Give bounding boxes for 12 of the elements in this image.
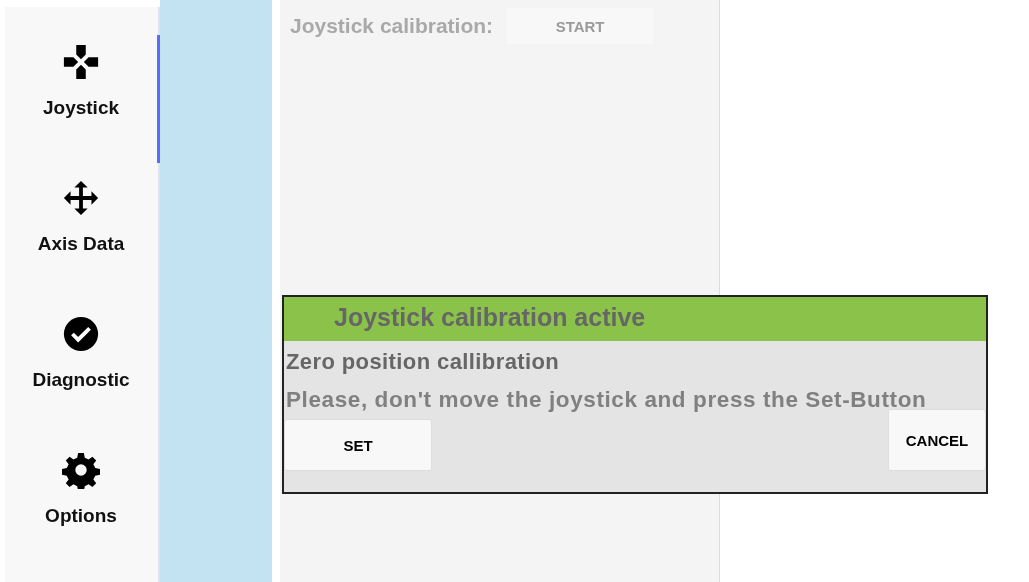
cancel-button[interactable]: CANCEL <box>888 409 986 471</box>
calibration-label: Joystick calibration: <box>290 14 494 38</box>
settings-icon <box>62 451 100 489</box>
move-icon <box>62 179 100 217</box>
set-button[interactable]: SET <box>284 419 432 471</box>
sidebar-item[interactable]: Options <box>5 443 160 571</box>
check-circle-icon <box>62 315 100 353</box>
dialog-heading: Zero position callibration <box>285 348 561 375</box>
sidebar-item[interactable]: Diagnostic <box>5 307 160 435</box>
gamepad-icon <box>62 43 100 81</box>
dialog-title: Joystick calibration active <box>284 297 986 341</box>
sidebar-item[interactable]: Axis Data <box>5 171 160 299</box>
